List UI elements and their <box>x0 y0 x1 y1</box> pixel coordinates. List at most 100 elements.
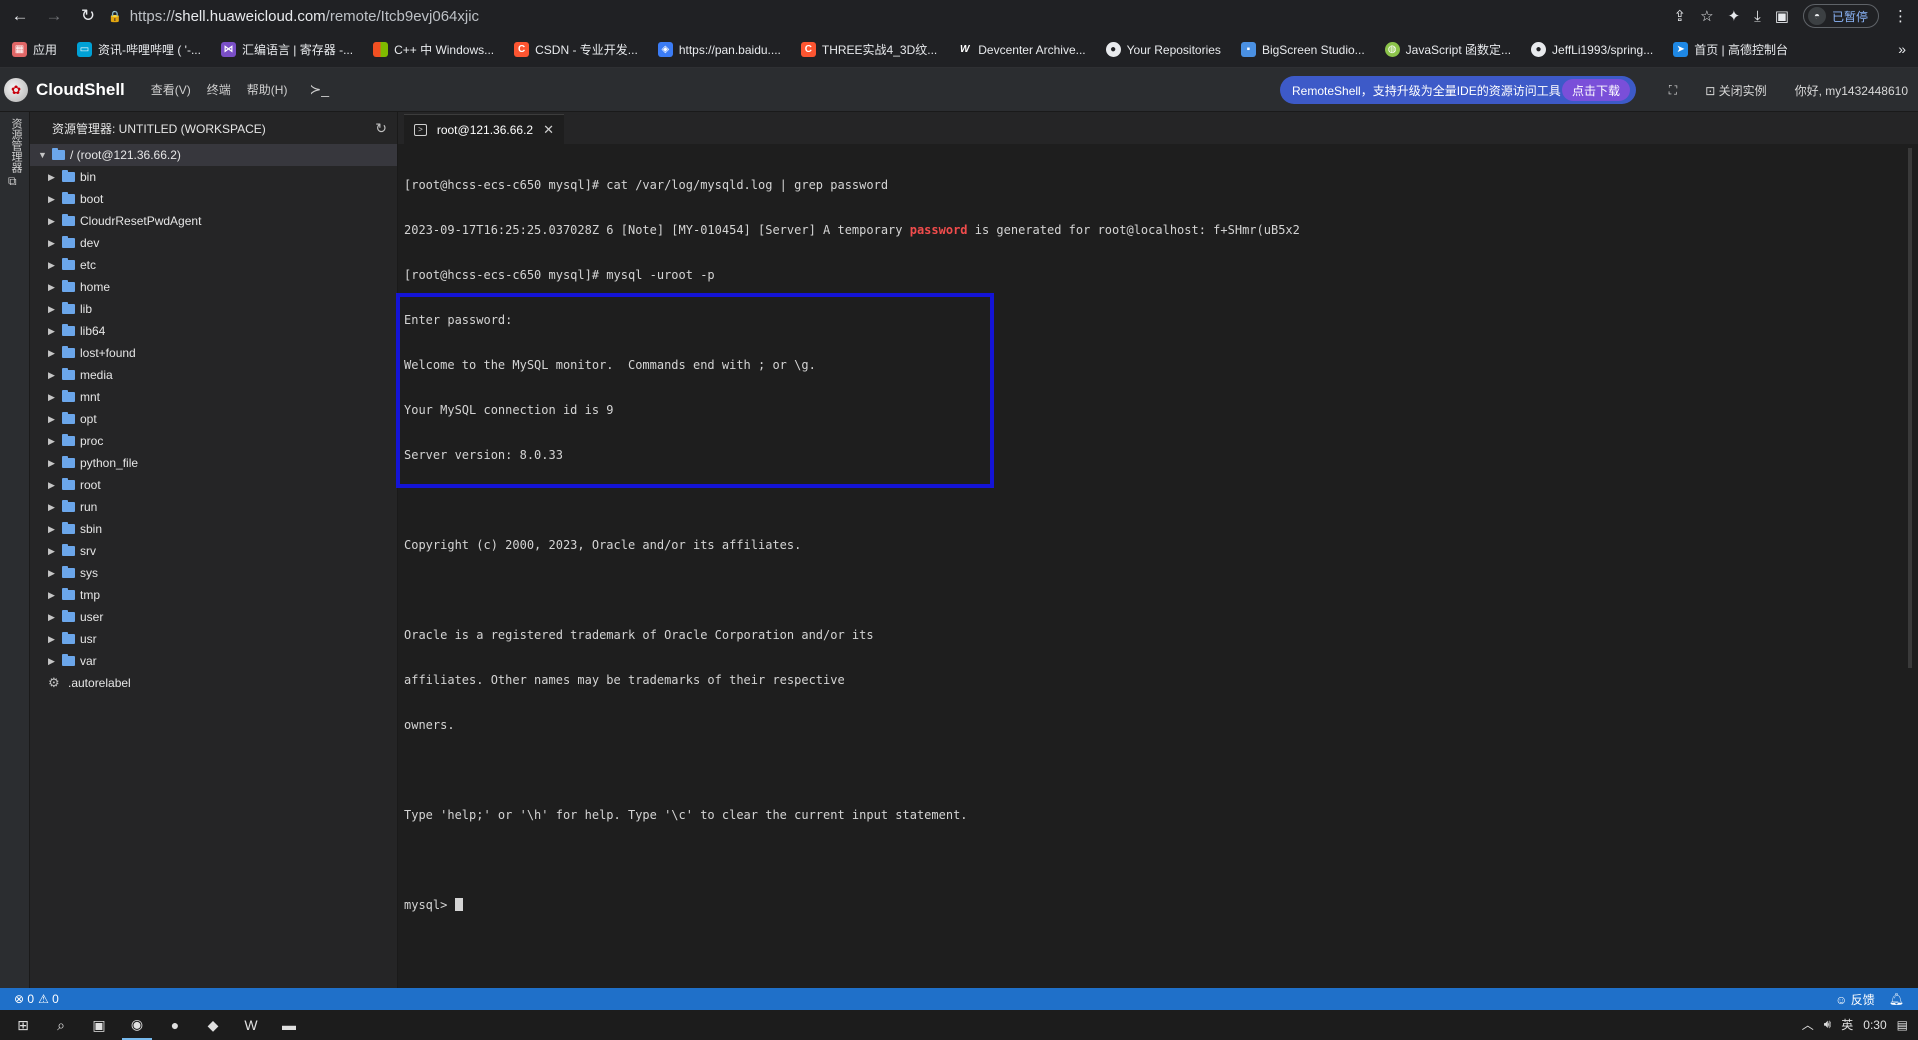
tree-folder-item[interactable]: ▶ media <box>30 364 397 386</box>
tree-folder-item[interactable]: ▶ sbin <box>30 518 397 540</box>
files-icon[interactable]: ⧉ <box>8 174 17 189</box>
side-panel-icon[interactable]: ▣ <box>1775 7 1789 25</box>
tree-root[interactable]: ▼ / (root@121.36.66.2) <box>30 144 397 166</box>
explorer-activity-label[interactable]: 资源管理器 <box>8 118 22 173</box>
bookmark-item[interactable]: C THREE实战4_3D纹... <box>800 41 937 58</box>
tree-folder-item[interactable]: ▶ user <box>30 606 397 628</box>
tree-folder-item[interactable]: ▶ var <box>30 650 397 672</box>
terminal-prompt-icon[interactable]: ≻_ <box>309 81 329 98</box>
tree-folder-item[interactable]: ▶ run <box>30 496 397 518</box>
qq-icon[interactable]: ● <box>160 1010 190 1040</box>
chevron-right-icon: ▶ <box>48 413 55 424</box>
tree-folder-item[interactable]: ▶ lib <box>30 298 397 320</box>
volume-icon[interactable]: 🔊︎ <box>1824 1017 1832 1032</box>
profile-button[interactable]: ◓ 已暂停 <box>1802 4 1879 28</box>
github-icon: ● <box>1105 42 1121 57</box>
apps-grid-icon: ▦ <box>12 42 27 57</box>
terminal-line: [root@hcss-ecs-c650 mysql]# cat /var/log… <box>404 178 889 192</box>
tree-folder-item[interactable]: ▶ home <box>30 276 397 298</box>
menu-terminal[interactable]: 终端 <box>207 81 231 98</box>
app-window-icon[interactable]: ▣ <box>84 1010 114 1040</box>
menu-help[interactable]: 帮助(H) <box>247 81 288 98</box>
forward-arrow-icon[interactable]: → <box>40 2 68 30</box>
bookmark-item[interactable]: C++ 中 Windows... <box>373 41 494 58</box>
bookmark-item[interactable]: ◍ JavaScript 函数定... <box>1384 41 1511 58</box>
clock[interactable]: 0:30 <box>1863 1018 1886 1032</box>
bookmark-item[interactable]: ◈ https://pan.baidu.... <box>657 42 781 57</box>
tree-folder-item[interactable]: ▶ mnt <box>30 386 397 408</box>
tree-folder-item[interactable]: ▶ tmp <box>30 584 397 606</box>
browser-toolbar: ← → ↻ 🔒 https://shell.huaweicloud.com/re… <box>0 0 1918 32</box>
chevron-right-icon: ▶ <box>48 567 55 578</box>
tree-folder-item[interactable]: ▶ python_file <box>30 452 397 474</box>
bookmark-item[interactable]: W Devcenter Archive... <box>957 42 1086 57</box>
url-host: shell.huaweicloud.com <box>174 7 326 25</box>
folder-icon <box>62 346 75 358</box>
tree-file-item[interactable]: ⚙ .autorelabel <box>30 672 397 694</box>
git-icon[interactable]: ◆ <box>198 1010 228 1040</box>
fullscreen-icon[interactable]: ⛶ <box>1669 83 1677 98</box>
tree-folder-item[interactable]: ▶ lost+found <box>30 342 397 364</box>
chevron-more-icon[interactable]: » <box>1898 41 1906 57</box>
terminal-scrollbar[interactable] <box>1908 148 1912 668</box>
bookmark-star-icon[interactable]: ☆ <box>1700 7 1713 25</box>
tree-folder-label: user <box>80 610 104 624</box>
bookmark-item[interactable]: ● Your Repositories <box>1105 42 1221 57</box>
menu-view[interactable]: 查看(V) <box>151 81 191 98</box>
tree-folder-item[interactable]: ▶ root <box>30 474 397 496</box>
bell-icon[interactable]: 🔔︎ <box>1889 992 1904 1006</box>
folder-icon <box>62 522 75 534</box>
tree-folder-item[interactable]: ▶ proc <box>30 430 397 452</box>
address-bar[interactable]: 🔒 https://shell.huaweicloud.com/remote/I… <box>108 3 1682 29</box>
browser-menu-icon[interactable]: ⋮ <box>1893 7 1908 25</box>
refresh-icon[interactable]: ↻ <box>375 120 387 137</box>
bookmark-item[interactable]: ⋈ 汇编语言 | 寄存器 -... <box>220 41 353 58</box>
bookmark-item[interactable]: ▪ BigScreen Studio... <box>1240 42 1365 57</box>
close-instance-button[interactable]: ⊡ 关闭实例 <box>1705 82 1766 99</box>
tab-terminal[interactable]: > root@121.36.66.2 ✕ <box>404 114 564 144</box>
folder-icon <box>62 610 75 622</box>
tree-folder-item[interactable]: ▶ sys <box>30 562 397 584</box>
word-icon[interactable]: W <box>236 1010 266 1040</box>
tree-folder-item[interactable]: ▶ opt <box>30 408 397 430</box>
notification-icon[interactable]: ▤ <box>1897 1018 1908 1032</box>
ime-indicator[interactable]: 英 <box>1841 1016 1853 1033</box>
remote-shell-banner[interactable]: RemoteShell，支持升级为全量IDE的资源访问工具 点击下载 <box>1280 76 1636 104</box>
back-arrow-icon[interactable]: ← <box>6 2 34 30</box>
github-icon: ● <box>1531 42 1547 57</box>
tree-folder-item[interactable]: ▶ dev <box>30 232 397 254</box>
download-icon[interactable]: ⤓ <box>1754 8 1761 25</box>
bookmark-item[interactable]: ▭ 资讯-哔哩哔哩 ( '-... <box>77 41 201 58</box>
close-instance-icon: ⊡ <box>1705 84 1719 98</box>
gear-icon: ⚙ <box>48 675 60 690</box>
download-button[interactable]: 点击下载 <box>1561 79 1630 101</box>
extensions-icon[interactable]: ✦ <box>1728 7 1741 25</box>
tree-folder-item[interactable]: ▶ lib64 <box>30 320 397 342</box>
chevron-up-icon[interactable]: ︿ <box>1802 1016 1814 1033</box>
tree-folder-item[interactable]: ▶ CloudrResetPwdAgent <box>30 210 397 232</box>
mysql-prompt: mysql> <box>404 898 455 912</box>
error-count: ⊗ 0 <box>14 992 35 1006</box>
bookmark-item[interactable]: C CSDN - 专业开发... <box>514 41 638 58</box>
tree-folder-item[interactable]: ▶ etc <box>30 254 397 276</box>
share-icon[interactable]: ⇪ <box>1674 7 1687 25</box>
chrome-icon[interactable]: ◉ <box>122 1010 152 1040</box>
activity-bar: 资源管理器 ⧉ <box>0 112 30 988</box>
windows-start-icon[interactable]: ⊞ <box>8 1010 38 1040</box>
bookmark-item[interactable]: ▦ 应用 <box>12 41 57 58</box>
mysql-prompt-line[interactable]: mysql> <box>404 898 1884 913</box>
bookmark-item[interactable]: ● JeffLi1993/spring... <box>1531 42 1653 57</box>
tree-folder-item[interactable]: ▶ srv <box>30 540 397 562</box>
terminal-output[interactable]: [root@hcss-ecs-c650 mysql]# cat /var/log… <box>396 148 1884 978</box>
chevron-right-icon: ▶ <box>48 325 55 336</box>
file-explorer-icon[interactable]: ▬ <box>274 1010 304 1040</box>
tree-folder-item[interactable]: ▶ boot <box>30 188 397 210</box>
feedback-button[interactable]: ☺ 反馈 <box>1835 991 1875 1008</box>
reload-icon[interactable]: ↻ <box>74 2 102 30</box>
problems-indicator[interactable]: ⊗ 0 ⚠ 0 <box>14 992 59 1006</box>
search-icon[interactable]: ⌕ <box>46 1010 76 1040</box>
bookmark-item[interactable]: ➤ 首页 | 高德控制台 <box>1673 41 1788 58</box>
tree-folder-item[interactable]: ▶ usr <box>30 628 397 650</box>
tree-folder-item[interactable]: ▶ bin <box>30 166 397 188</box>
close-icon[interactable]: ✕ <box>543 122 554 138</box>
